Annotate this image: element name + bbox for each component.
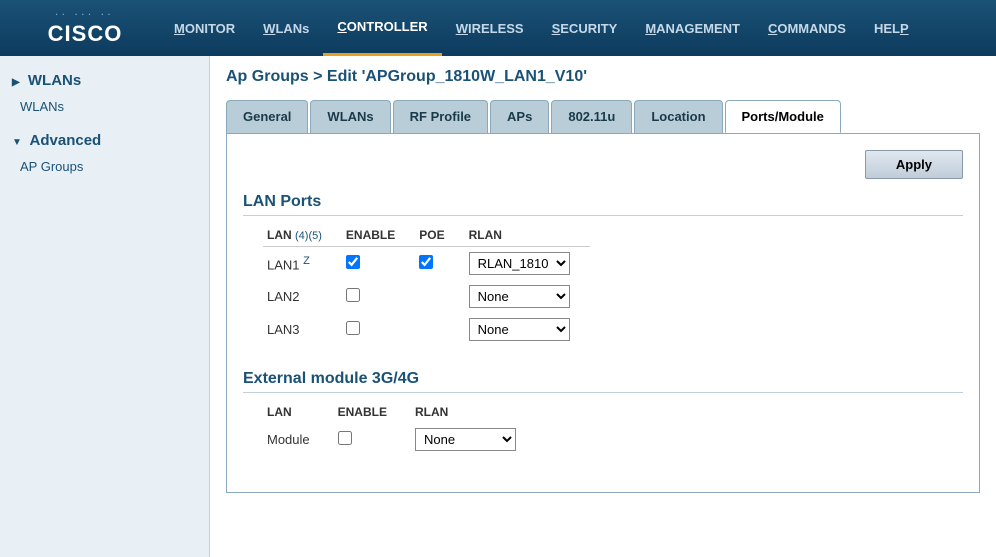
lan1-name: LAN1 Z <box>263 247 342 281</box>
lan2-rlan-select[interactable]: None RLAN_1810 <box>469 285 570 308</box>
lan1-enable-checkbox[interactable] <box>346 255 360 269</box>
nav-wireless[interactable]: WIRELESS <box>442 0 538 56</box>
lan3-poe-cell <box>415 313 464 346</box>
lan1-enable-cell <box>342 247 415 281</box>
sidebar-item-ap-groups[interactable]: AP Groups <box>0 155 209 178</box>
col-enable-header: ENABLE <box>342 224 415 247</box>
breadcrumb: Ap Groups > Edit 'APGroup_1810W_LAN1_V10… <box>226 68 980 86</box>
module-enable-checkbox[interactable] <box>338 431 352 445</box>
cisco-dots: ·· ··· ·· <box>48 10 123 19</box>
nav-monitor[interactable]: MONITOR <box>160 0 249 56</box>
col-lan-header: LAN (4)(5) <box>263 224 342 247</box>
lan2-enable-checkbox[interactable] <box>346 288 360 302</box>
table-row: Module None RLAN_1810 <box>263 423 540 456</box>
nav-wlans[interactable]: WLANs <box>249 0 323 56</box>
tab-general[interactable]: General <box>226 100 308 133</box>
top-nav: MONITOR WLANs CONTROLLER WIRELESS SECURI… <box>160 0 986 56</box>
col-rlan-header: RLAN <box>465 224 590 247</box>
lan3-rlan-cell: None RLAN_1810 <box>465 313 590 346</box>
tab-rf-profile[interactable]: RF Profile <box>393 100 488 133</box>
tab-content: Apply LAN Ports LAN (4)(5) ENABLE POE RL… <box>226 133 980 493</box>
lan1-rlan-select[interactable]: RLAN_1810 None <box>469 252 570 275</box>
lan1-footnote-link[interactable]: Z <box>303 255 310 267</box>
nav-controller[interactable]: CONTROLLER <box>323 0 441 56</box>
lan1-poe-checkbox[interactable] <box>419 255 433 269</box>
table-row: LAN2 None RLAN_1810 <box>263 280 590 313</box>
module-table: LAN ENABLE RLAN Module <box>263 401 540 456</box>
external-module-section: External module 3G/4G LAN ENABLE RLAN Mo… <box>243 370 963 456</box>
module-rlan-cell: None RLAN_1810 <box>411 423 540 456</box>
module-rlan-select[interactable]: None RLAN_1810 <box>415 428 516 451</box>
lan-ports-title: LAN Ports <box>243 193 963 216</box>
content-area: Ap Groups > Edit 'APGroup_1810W_LAN1_V10… <box>210 56 996 557</box>
lan3-name: LAN3 <box>263 313 342 346</box>
external-module-title: External module 3G/4G <box>243 370 963 393</box>
tab-wlans[interactable]: WLANs <box>310 100 390 133</box>
apply-button[interactable]: Apply <box>865 150 963 179</box>
table-row: LAN1 Z RLAN_1810 None <box>263 247 590 281</box>
tab-ports-module[interactable]: Ports/Module <box>725 100 841 133</box>
sidebar-advanced-header[interactable]: ▼ Advanced <box>0 126 209 155</box>
tab-aps[interactable]: APs <box>490 100 549 133</box>
col-poe-header: POE <box>415 224 464 247</box>
module-enable-cell <box>334 423 411 456</box>
sidebar-wlans-group: ▶ WLANs WLANs <box>0 66 209 118</box>
tabs: General WLANs RF Profile APs 802.11u Loc… <box>226 100 980 133</box>
nav-management[interactable]: MANAGEMENT <box>631 0 754 56</box>
col-module-lan-header: LAN <box>263 401 334 423</box>
lan1-rlan-cell: RLAN_1810 None <box>465 247 590 281</box>
col-module-rlan-header: RLAN <box>411 401 540 423</box>
cisco-logo: ·· ··· ·· CISCO <box>48 10 123 47</box>
logo-area: ·· ··· ·· CISCO <box>10 10 160 47</box>
lan1-poe-cell <box>415 247 464 281</box>
apply-row: Apply <box>243 150 963 179</box>
col-module-enable-header: ENABLE <box>334 401 411 423</box>
lan3-enable-checkbox[interactable] <box>346 321 360 335</box>
nav-commands[interactable]: COMMANDS <box>754 0 860 56</box>
tab-location[interactable]: Location <box>634 100 722 133</box>
top-bar: ·· ··· ·· CISCO MONITOR WLANs CONTROLLER… <box>0 0 996 56</box>
lan2-rlan-cell: None RLAN_1810 <box>465 280 590 313</box>
lan3-rlan-select[interactable]: None RLAN_1810 <box>469 318 570 341</box>
lan-footnote: (4)(5) <box>295 230 322 242</box>
sidebar-triangle-wlans: ▶ <box>12 77 20 88</box>
lan2-enable-cell <box>342 280 415 313</box>
sidebar: ▶ WLANs WLANs ▼ Advanced AP Groups <box>0 56 210 557</box>
lan3-enable-cell <box>342 313 415 346</box>
sidebar-item-wlans[interactable]: WLANs <box>0 95 209 118</box>
lan-ports-table: LAN (4)(5) ENABLE POE RLAN LAN1 Z <box>263 224 590 346</box>
main-layout: ▶ WLANs WLANs ▼ Advanced AP Groups Ap Gr… <box>0 56 996 557</box>
lan2-name: LAN2 <box>263 280 342 313</box>
sidebar-advanced-group: ▼ Advanced AP Groups <box>0 126 209 178</box>
tab-80211u[interactable]: 802.11u <box>551 100 632 133</box>
lan2-poe-cell <box>415 280 464 313</box>
sidebar-triangle-advanced: ▼ <box>12 137 22 148</box>
nav-security[interactable]: SECURITY <box>538 0 632 56</box>
sidebar-wlans-header[interactable]: ▶ WLANs <box>0 66 209 95</box>
module-name: Module <box>263 423 334 456</box>
table-row: LAN3 None RLAN_1810 <box>263 313 590 346</box>
nav-help[interactable]: HELP <box>860 0 923 56</box>
